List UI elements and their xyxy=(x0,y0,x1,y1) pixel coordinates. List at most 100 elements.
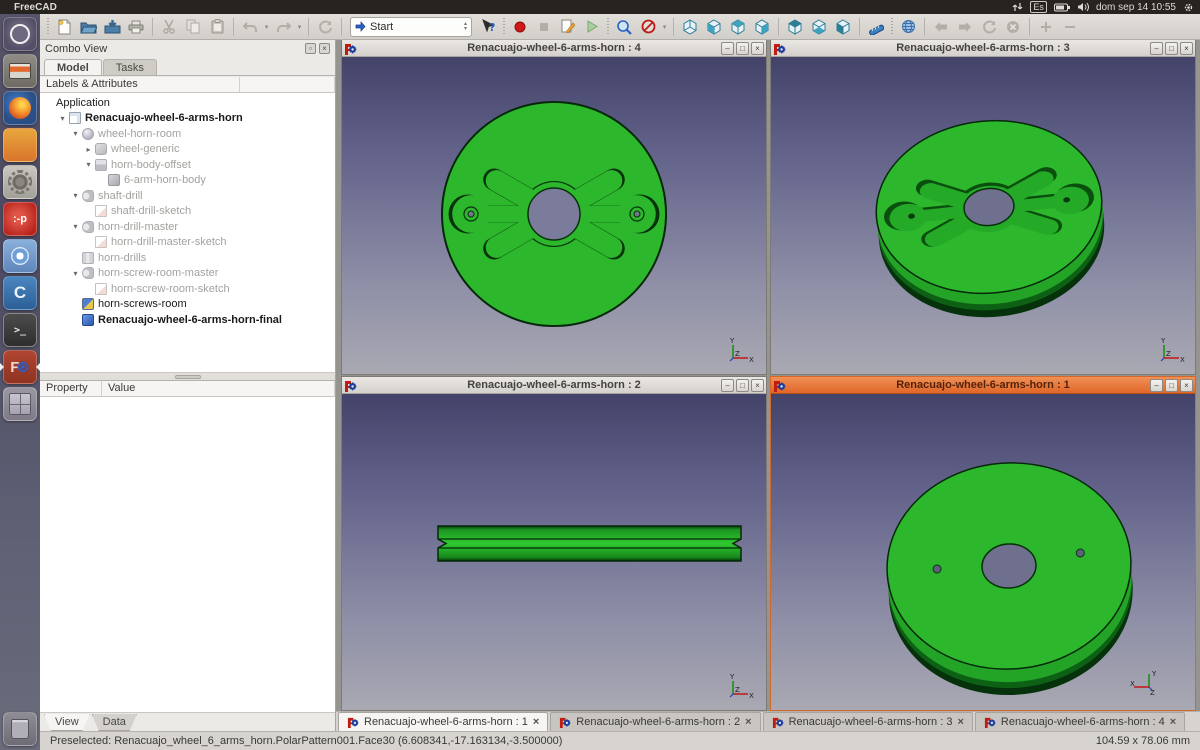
tree-item-renacuajo-wheel-6-arms-horn[interactable]: ▾Renacuajo-wheel-6-arms-horn xyxy=(40,111,335,127)
panel-float-button[interactable]: ▫ xyxy=(305,43,316,54)
view-right-button[interactable] xyxy=(750,16,774,38)
maximize-button[interactable]: □ xyxy=(1165,379,1178,392)
clock[interactable]: dom sep 14 10:55 xyxy=(1096,2,1176,13)
close-button[interactable]: × xyxy=(751,379,764,392)
fit-all-button[interactable] xyxy=(612,16,636,38)
firefox-icon[interactable] xyxy=(3,91,37,125)
window-4-titlebar[interactable]: Renacuajo-wheel-6-arms-horn : 4 – □ × xyxy=(342,40,766,57)
workbench-selector[interactable]: Start ▴▾ xyxy=(350,17,472,37)
tree-expander-icon[interactable]: ▸ xyxy=(83,145,94,154)
toolbar-grip[interactable] xyxy=(47,18,49,36)
new-document-button[interactable] xyxy=(52,16,76,38)
tree-item-wheel-generic[interactable]: ▸wheel-generic xyxy=(40,142,335,158)
minimize-button[interactable]: – xyxy=(721,379,734,392)
window-tab-4[interactable]: Renacuajo-wheel-6-arms-horn : 4× xyxy=(975,712,1185,731)
tree-item-renacuajo-wheel-6-arms-horn-final[interactable]: Renacuajo-wheel-6-arms-horn-final xyxy=(40,312,335,328)
workspaces-icon[interactable] xyxy=(3,387,37,421)
panel-close-button[interactable]: × xyxy=(319,43,330,54)
zoom-out-button[interactable] xyxy=(1058,16,1082,38)
undo-dropdown-caret[interactable]: ▾ xyxy=(262,16,271,38)
tab-model[interactable]: Model xyxy=(44,59,102,75)
panel-splitter[interactable] xyxy=(40,373,335,381)
chromium-icon[interactable] xyxy=(3,239,37,273)
macro-edit-button[interactable] xyxy=(556,16,580,38)
close-button[interactable]: × xyxy=(1180,379,1193,392)
minimize-button[interactable]: – xyxy=(1150,379,1163,392)
child-window-3[interactable]: Renacuajo-wheel-6-arms-horn : 3 – □ × xyxy=(770,39,1196,375)
minimize-button[interactable]: – xyxy=(1150,42,1163,55)
whats-this-button[interactable]: ? xyxy=(476,16,500,38)
tree-item-horn-screw-room-sketch[interactable]: horn-screw-room-sketch xyxy=(40,281,335,297)
volume-icon[interactable] xyxy=(1077,2,1089,12)
macro-record-button[interactable] xyxy=(508,16,532,38)
tree-expander-icon[interactable]: ▾ xyxy=(70,269,81,278)
tab-close-icon[interactable]: × xyxy=(533,716,539,728)
tree-item-horn-drill-master-sketch[interactable]: horn-drill-master-sketch xyxy=(40,235,335,251)
network-updown-icon[interactable] xyxy=(1012,2,1023,12)
tree-item-6-arm-horn-body[interactable]: 6-arm-horn-body xyxy=(40,173,335,189)
close-button[interactable]: × xyxy=(751,42,764,55)
viewport-back-isometric-view[interactable] xyxy=(771,394,1195,710)
tree-item-application[interactable]: Application xyxy=(40,95,335,111)
tree-expander-icon[interactable]: ▾ xyxy=(70,222,81,231)
tree-item-horn-body-offset[interactable]: ▾horn-body-offset xyxy=(40,157,335,173)
draw-style-button[interactable] xyxy=(636,16,660,38)
window-3-titlebar[interactable]: Renacuajo-wheel-6-arms-horn : 3 – □ × xyxy=(771,40,1195,57)
paste-button[interactable] xyxy=(205,16,229,38)
keyboard-layout-indicator[interactable]: Es xyxy=(1030,1,1047,13)
tab-close-icon[interactable]: × xyxy=(957,716,963,728)
maximize-button[interactable]: □ xyxy=(1165,42,1178,55)
tab-close-icon[interactable]: × xyxy=(745,716,751,728)
maximize-button[interactable]: □ xyxy=(736,42,749,55)
software-center-icon[interactable] xyxy=(3,128,37,162)
macro-stop-button[interactable] xyxy=(532,16,556,38)
tab-close-icon[interactable]: × xyxy=(1170,716,1176,728)
cut-button[interactable] xyxy=(157,16,181,38)
tree-item-horn-screw-room-master[interactable]: ▾horn-screw-room-master xyxy=(40,266,335,282)
nav-refresh-button[interactable] xyxy=(977,16,1001,38)
settings-icon[interactable] xyxy=(3,165,37,199)
viewport-side-view[interactable] xyxy=(342,394,766,710)
zoom-in-button[interactable] xyxy=(1034,16,1058,38)
tree-item-horn-drills[interactable]: horn-drills xyxy=(40,250,335,266)
redo-button[interactable] xyxy=(271,16,295,38)
view-left-button[interactable] xyxy=(831,16,855,38)
window-2-titlebar[interactable]: Renacuajo-wheel-6-arms-horn : 2 – □ × xyxy=(342,377,766,394)
view-bottom-button[interactable] xyxy=(807,16,831,38)
print-button[interactable] xyxy=(124,16,148,38)
close-button[interactable]: × xyxy=(1180,42,1193,55)
macro-run-button[interactable] xyxy=(580,16,604,38)
child-window-4[interactable]: Renacuajo-wheel-6-arms-horn : 4 – □ × xyxy=(341,39,767,375)
tree-expander-icon[interactable]: ▾ xyxy=(57,114,68,123)
copy-button[interactable] xyxy=(181,16,205,38)
save-button[interactable] xyxy=(100,16,124,38)
property-table-body[interactable] xyxy=(40,397,335,713)
draw-style-dropdown-caret[interactable]: ▾ xyxy=(660,16,669,38)
view-top-button[interactable] xyxy=(726,16,750,38)
window-tab-3[interactable]: Renacuajo-wheel-6-arms-horn : 3× xyxy=(763,712,973,731)
nav-forward-button[interactable] xyxy=(953,16,977,38)
session-gear-icon[interactable] xyxy=(1183,2,1194,13)
nav-stop-button[interactable] xyxy=(1001,16,1025,38)
window-1-titlebar[interactable]: Renacuajo-wheel-6-arms-horn : 1 – □ × xyxy=(771,377,1195,394)
dash-icon[interactable] xyxy=(3,17,37,51)
minimize-button[interactable]: – xyxy=(721,42,734,55)
view-front-button[interactable] xyxy=(702,16,726,38)
tree-item-shaft-drill-sketch[interactable]: shaft-drill-sketch xyxy=(40,204,335,220)
tree-expander-icon[interactable]: ▾ xyxy=(70,191,81,200)
measure-tool-button[interactable] xyxy=(864,16,888,38)
tab-tasks[interactable]: Tasks xyxy=(103,59,157,75)
trash-icon[interactable] xyxy=(3,712,37,746)
redo-dropdown-caret[interactable]: ▾ xyxy=(295,16,304,38)
tree-item-horn-drill-master[interactable]: ▾horn-drill-master xyxy=(40,219,335,235)
view-rear-button[interactable] xyxy=(783,16,807,38)
undo-button[interactable] xyxy=(238,16,262,38)
nav-back-button[interactable] xyxy=(929,16,953,38)
tree-expander-icon[interactable]: ▾ xyxy=(83,160,94,169)
view-isometric-button[interactable] xyxy=(678,16,702,38)
freecad-icon[interactable]: F⊛ xyxy=(3,350,37,384)
tree-item-shaft-drill[interactable]: ▾shaft-drill xyxy=(40,188,335,204)
web-browser-button[interactable] xyxy=(896,16,920,38)
child-window-1[interactable]: Renacuajo-wheel-6-arms-horn : 1 – □ × xyxy=(770,376,1196,711)
window-tab-2[interactable]: Renacuajo-wheel-6-arms-horn : 2× xyxy=(550,712,760,731)
